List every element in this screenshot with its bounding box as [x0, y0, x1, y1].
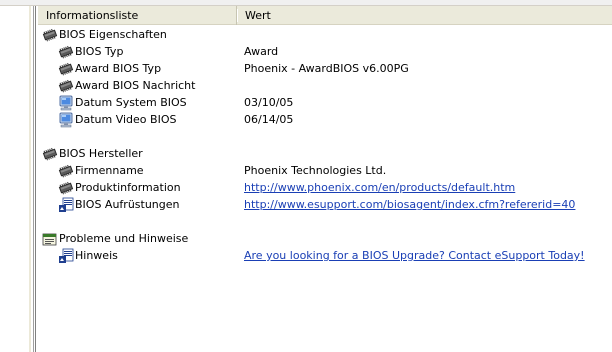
- chip-icon: [58, 44, 74, 60]
- column-header-info[interactable]: Informationsliste: [38, 6, 238, 25]
- chip-icon: [58, 163, 74, 179]
- item-label: Hinweis: [75, 249, 118, 262]
- item-label: Produktinformation: [75, 181, 181, 194]
- chip-icon: [42, 146, 58, 162]
- chip-icon: [42, 27, 58, 43]
- group-row[interactable]: Probleme und Hinweise: [38, 230, 612, 247]
- list-item[interactable]: Datum System BIOS 03/10/05: [38, 94, 612, 111]
- chip-icon: [58, 180, 74, 196]
- item-label: Datum Video BIOS: [75, 113, 177, 126]
- notes-icon: [42, 231, 58, 247]
- item-value: 06/14/05: [244, 113, 294, 126]
- list-item[interactable]: Award BIOS Nachricht: [38, 77, 612, 94]
- item-label: Award BIOS Nachricht: [75, 79, 196, 92]
- bios-upgrade-link[interactable]: http://www.esupport.com/biosagent/index.…: [244, 196, 575, 213]
- item-value: 03/10/05: [244, 96, 294, 109]
- list-item[interactable]: BIOS Aufrüstungen http://www.esupport.co…: [38, 196, 612, 213]
- tree-pane[interactable]: [0, 6, 34, 352]
- update-icon: [58, 197, 74, 213]
- item-label: BIOS Typ: [75, 45, 124, 58]
- list-item[interactable]: Produktinformation http://www.phoenix.co…: [38, 179, 612, 196]
- item-label: BIOS Aufrüstungen: [75, 198, 180, 211]
- group-title: BIOS Eigenschaften: [59, 28, 167, 41]
- item-label: Datum System BIOS: [75, 96, 187, 109]
- update-icon: [58, 248, 74, 264]
- info-list[interactable]: Informationsliste Wert BIOS Eigenschafte…: [35, 6, 612, 352]
- monitor-icon: [58, 95, 74, 111]
- item-label: Firmenname: [75, 164, 144, 177]
- list-item[interactable]: Datum Video BIOS 06/14/05: [38, 111, 612, 128]
- group-row[interactable]: BIOS Hersteller: [38, 145, 612, 162]
- product-info-link[interactable]: http://www.phoenix.com/en/products/defau…: [244, 179, 515, 196]
- group-title: Probleme und Hinweise: [59, 232, 189, 245]
- group-title: BIOS Hersteller: [59, 147, 143, 160]
- item-label: Award BIOS Typ: [75, 62, 162, 75]
- list-item[interactable]: Award BIOS Typ Phoenix - AwardBIOS v6.00…: [38, 60, 612, 77]
- list-item[interactable]: BIOS Typ Award: [38, 43, 612, 60]
- list-header: Informationsliste Wert: [38, 6, 612, 25]
- item-value: Phoenix Technologies Ltd.: [244, 164, 387, 177]
- list-item[interactable]: Firmenname Phoenix Technologies Ltd.: [38, 162, 612, 179]
- esupport-link[interactable]: Are you looking for a BIOS Upgrade? Cont…: [244, 247, 585, 264]
- monitor-icon: [58, 112, 74, 128]
- item-value: Phoenix - AwardBIOS v6.00PG: [244, 62, 409, 75]
- list-item[interactable]: Hinweis Are you looking for a BIOS Upgra…: [38, 247, 612, 264]
- chip-icon: [58, 78, 74, 94]
- chip-icon: [58, 61, 74, 77]
- item-value: Award: [244, 45, 279, 58]
- group-row[interactable]: BIOS Eigenschaften: [38, 26, 612, 43]
- column-header-value[interactable]: Wert: [237, 6, 612, 25]
